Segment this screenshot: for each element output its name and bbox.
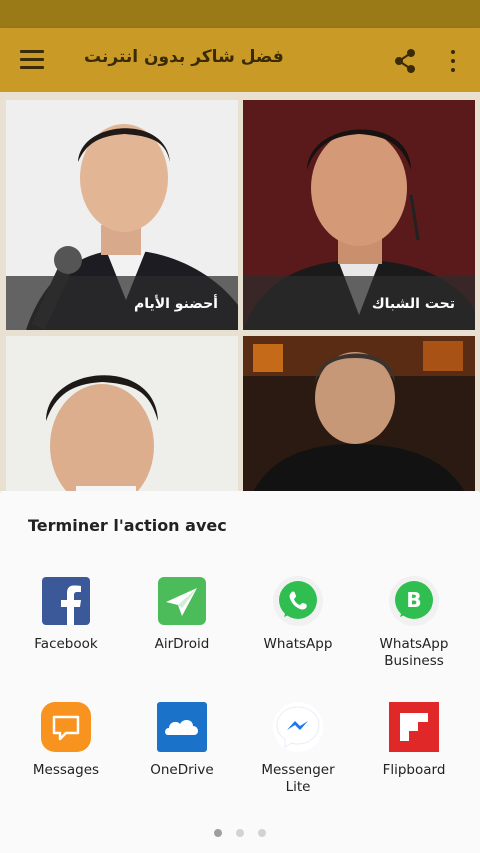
song-tile[interactable]: أحضنو الأيام bbox=[6, 100, 238, 330]
singer-photo bbox=[243, 336, 475, 492]
share-target-airdroid[interactable]: AirDroid bbox=[122, 575, 242, 665]
svg-text:B: B bbox=[406, 588, 421, 612]
app-bar: فضل شاكر بدون انترنت bbox=[0, 28, 480, 92]
singer-photo bbox=[6, 336, 238, 492]
song-tile[interactable] bbox=[6, 336, 238, 492]
page-dot[interactable] bbox=[236, 829, 244, 837]
more-vert-icon[interactable] bbox=[446, 48, 460, 74]
song-tile[interactable] bbox=[243, 336, 475, 492]
share-target-messages[interactable]: Messages bbox=[6, 701, 126, 791]
share-target-label: OneDrive bbox=[150, 762, 214, 778]
airdroid-icon bbox=[156, 575, 208, 627]
share-target-label: Flipboard bbox=[382, 762, 446, 778]
share-target-label: Messenger Lite bbox=[261, 762, 335, 795]
facebook-icon bbox=[40, 575, 92, 627]
share-target-flipboard[interactable]: Flipboard bbox=[354, 701, 474, 791]
status-bar bbox=[0, 0, 480, 28]
share-target-label: Messages bbox=[32, 762, 100, 778]
share-target-messenger-lite[interactable]: Messenger Lite bbox=[238, 701, 358, 811]
share-target-label: WhatsApp Business bbox=[379, 636, 449, 669]
messenger-lite-icon bbox=[272, 701, 324, 753]
hamburger-menu-icon[interactable] bbox=[20, 50, 44, 70]
messages-icon bbox=[40, 701, 92, 753]
share-target-label: Facebook bbox=[34, 636, 98, 652]
song-tile[interactable]: تحت الشباك bbox=[243, 100, 475, 330]
share-sheet: Terminer l'action avec Facebook AirDroid bbox=[0, 491, 480, 853]
page-dot-active[interactable] bbox=[214, 829, 222, 837]
onedrive-icon bbox=[156, 701, 208, 753]
whatsapp-business-icon: B bbox=[388, 575, 440, 627]
share-target-facebook[interactable]: Facebook bbox=[6, 575, 126, 665]
share-icon[interactable] bbox=[392, 48, 418, 74]
flipboard-icon bbox=[388, 701, 440, 753]
page-indicator bbox=[210, 829, 270, 839]
share-sheet-title: Terminer l'action avec bbox=[28, 516, 227, 535]
share-target-whatsapp[interactable]: WhatsApp bbox=[238, 575, 358, 665]
song-title: تحت الشباك bbox=[243, 276, 475, 330]
page-dot[interactable] bbox=[258, 829, 266, 837]
song-title: أحضنو الأيام bbox=[6, 276, 238, 330]
share-target-label: AirDroid bbox=[154, 636, 210, 652]
whatsapp-icon bbox=[272, 575, 324, 627]
share-target-label: WhatsApp bbox=[263, 636, 333, 652]
app-title: فضل شاكر بدون انترنت bbox=[84, 47, 284, 67]
songs-grid: أحضنو الأيام تحت الشباك bbox=[0, 92, 480, 492]
share-target-onedrive[interactable]: OneDrive bbox=[122, 701, 242, 791]
share-target-whatsapp-business[interactable]: B WhatsApp Business bbox=[354, 575, 474, 685]
